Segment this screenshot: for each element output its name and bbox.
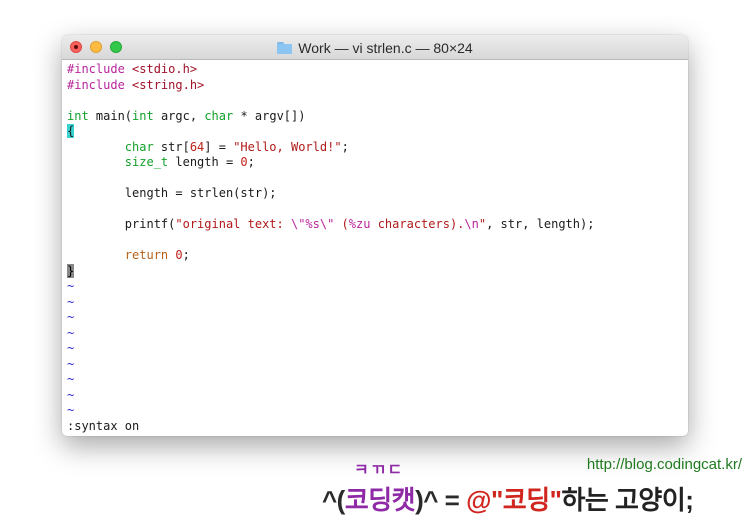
code-token: ; [341, 139, 349, 154]
watermark-part: 코딩캣 [344, 485, 416, 515]
code-token: <stdio.h> [132, 62, 198, 76]
code-token: int [132, 108, 154, 123]
watermark-part: ^( [322, 485, 345, 515]
code-token: ; [247, 155, 255, 169]
code-token: ~ [67, 387, 75, 402]
code-line: ~ [67, 388, 683, 404]
code-token: ~ [67, 310, 75, 324]
code-token: , str, length); [486, 217, 595, 231]
code-token: \" [290, 217, 306, 231]
terminal-window: Work — vi strlen.c — 80×24 #include <std… [62, 35, 688, 436]
code-token: ~ [67, 341, 75, 355]
code-token: 64 [189, 139, 205, 154]
code-token: str[ [153, 139, 190, 154]
watermark-main-text: ^(코딩캣)^ = @"코딩"하는 고양이; [322, 480, 694, 517]
code-token: ; [182, 248, 190, 262]
code-token: return [124, 248, 169, 262]
code-token: %s [305, 217, 320, 231]
vi-editor-area[interactable]: #include <stdio.h> #include <string.h> int… [67, 62, 683, 434]
blog-watermark: http://blog.codingcat.kr/ ㅋㄲㄷ ^(코딩캣)^ = … [318, 454, 748, 524]
code-token: int [67, 108, 89, 123]
window-title: Work — vi strlen.c — 80×24 [298, 39, 473, 56]
code-token: ( [334, 217, 349, 231]
code-line: size_t length = 0; [67, 155, 683, 171]
watermark-part: )^ = [415, 485, 467, 515]
code-line: #include <string.h> [67, 78, 683, 94]
code-line: #include <stdio.h> [67, 62, 683, 78]
code-token: ] = [204, 139, 234, 154]
code-line: ~ [67, 341, 683, 357]
code-token: char [204, 108, 234, 123]
window-title-area: Work — vi strlen.c — 80×24 [62, 35, 688, 60]
watermark-small-text: ㅋㄲㄷ [354, 462, 405, 479]
code-line: ~ [67, 279, 683, 295]
code-line: :syntax on [67, 419, 683, 435]
code-token: %zu [348, 217, 371, 231]
code-token: } [67, 263, 75, 278]
folder-icon [277, 41, 293, 54]
code-token: main( [88, 108, 133, 123]
code-token: " [478, 217, 487, 231]
code-token: length = [168, 155, 241, 169]
code-token: \n [464, 217, 479, 231]
code-token: size_t [124, 155, 169, 169]
watermark-url: http://blog.codingcat.kr/ [586, 456, 742, 473]
code-token: ~ [67, 279, 75, 293]
code-token: 0 [175, 248, 183, 262]
code-token: ~ [67, 403, 75, 417]
code-line: printf("original text: \"%s\" (%zu chara… [67, 217, 683, 233]
code-token: argc, [153, 108, 205, 123]
code-token: ~ [67, 356, 75, 371]
code-line: ~ [67, 372, 683, 388]
code-token: ~ [67, 325, 75, 340]
code-token: 0 [240, 155, 248, 169]
code-token: char [124, 139, 154, 154]
code-token: #include [67, 62, 125, 76]
code-token: printf( [67, 217, 176, 231]
code-line: ~ [67, 403, 683, 419]
code-token: "original text: [175, 217, 291, 231]
title-bar[interactable]: Work — vi strlen.c — 80×24 [62, 35, 688, 60]
watermark-part: 하는 고양이; [561, 485, 694, 515]
watermark-part: @"코딩" [466, 485, 562, 515]
code-token: ~ [67, 294, 75, 309]
code-line: char str[64] = "Hello, World!"; [67, 140, 683, 156]
code-line: ~ [67, 310, 683, 326]
code-token: length = strlen(str); [67, 186, 277, 200]
code-line: { [67, 124, 683, 140]
code-token: { [67, 124, 75, 138]
code-token: \" [319, 217, 335, 231]
code-line: int main(int argc, char * argv[]) [67, 109, 683, 125]
code-line: length = strlen(str); [67, 186, 683, 202]
code-line: ~ [67, 357, 683, 373]
code-line: ~ [67, 326, 683, 342]
code-line: return 0; [67, 248, 683, 264]
code-token: ~ [67, 372, 75, 386]
code-token: * argv[]) [233, 108, 306, 123]
code-line: ~ [67, 295, 683, 311]
code-line: } [67, 263, 683, 280]
code-token: "Hello, World!" [233, 139, 342, 154]
code-token: :syntax on [67, 418, 140, 433]
code-token: characters). [370, 217, 465, 231]
code-token: #include [67, 77, 125, 92]
code-token: <string.h> [132, 77, 205, 92]
